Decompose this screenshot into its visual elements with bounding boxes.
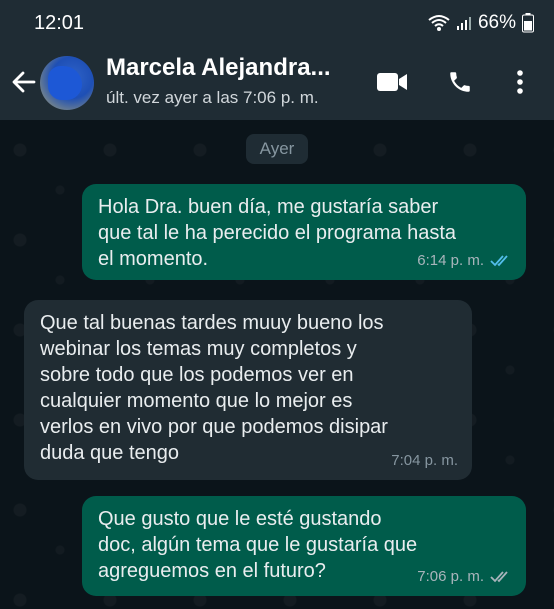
menu-button[interactable] <box>502 64 538 100</box>
message-line: Que gusto que le esté gustando <box>98 508 382 530</box>
delivered-ticks-icon <box>490 571 508 583</box>
status-time: 12:01 <box>34 12 85 34</box>
phone-icon <box>450 72 470 92</box>
message-bubble[interactable]: Que tal buenas tardes muuy bueno los web… <box>24 300 472 480</box>
battery-icon <box>522 13 534 33</box>
message-line: que tal le ha perecido el programa hasta <box>98 222 457 244</box>
message-line: webinar los temas muy completos y <box>40 338 357 360</box>
video-camera-icon <box>377 73 407 91</box>
message-meta: 7:06 p. m. <box>417 564 512 590</box>
voice-call-button[interactable] <box>442 64 478 100</box>
read-ticks-icon <box>490 255 508 267</box>
message-line: verlos en vivo por que podemos disipar <box>40 416 388 438</box>
status-icons: 66% <box>428 12 534 34</box>
signal-icon <box>456 17 471 30</box>
last-seen-status[interactable]: últ. vez ayer a las 7:06 p. m. <box>106 88 319 108</box>
status-bar: 12:01 66% <box>0 0 554 48</box>
message-time: 7:04 p. m. <box>391 452 458 469</box>
chat-header: Marcela Alejandra... últ. vez ayer a las… <box>0 48 554 120</box>
message-line: sobre todo que los podemos ver en <box>40 364 354 386</box>
chat-area[interactable]: Ayer Hola Dra. buen día, me gustaría sab… <box>0 120 554 609</box>
wifi-icon <box>428 15 450 31</box>
message-meta: 6:14 p. m. <box>417 248 512 274</box>
message-time: 7:06 p. m. <box>417 568 484 585</box>
message-line: Que tal buenas tardes muuy bueno los <box>40 312 384 334</box>
message-bubble[interactable]: Hola Dra. buen día, me gustaría saber qu… <box>82 184 526 280</box>
message-time: 6:14 p. m. <box>417 252 484 269</box>
message-line: cualquier momento que lo mejor es <box>40 390 353 412</box>
message-meta: 7:04 p. m. <box>391 448 458 474</box>
message-bubble[interactable]: Que gusto que le esté gustando doc, algú… <box>82 496 526 596</box>
avatar[interactable] <box>40 56 94 110</box>
message-line: doc, algún tema que le gustaría que <box>98 534 418 556</box>
contact-name[interactable]: Marcela Alejandra... <box>106 54 331 82</box>
battery-percent: 66% <box>477 12 516 33</box>
back-arrow-icon[interactable] <box>10 68 38 96</box>
video-call-button[interactable] <box>374 64 410 100</box>
message-line: Hola Dra. buen día, me gustaría saber <box>98 196 439 218</box>
more-options-icon <box>517 70 523 94</box>
date-chip: Ayer <box>246 134 308 164</box>
